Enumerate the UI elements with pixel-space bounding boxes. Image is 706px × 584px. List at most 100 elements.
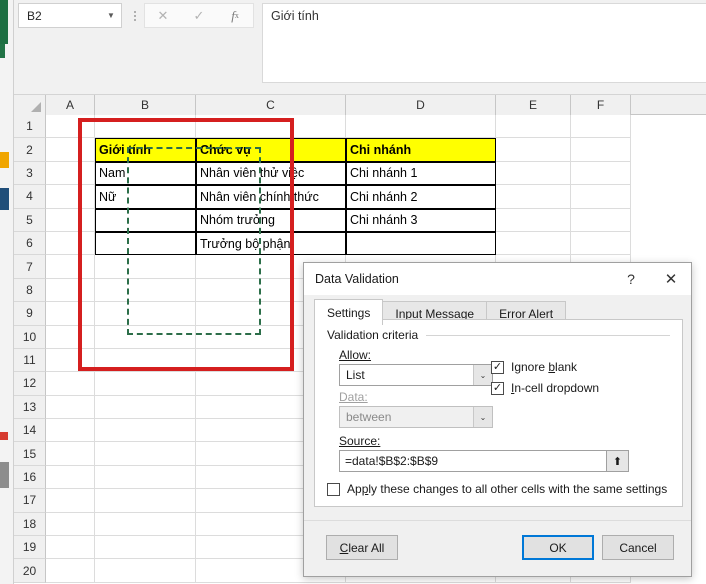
help-icon[interactable]: ?	[611, 264, 651, 294]
cell-A8[interactable]	[46, 278, 95, 303]
cell-B2[interactable]: Giới tính	[95, 138, 196, 162]
cell-A12[interactable]	[46, 372, 95, 396]
row-header-5[interactable]: 5	[14, 208, 46, 232]
row-header-13[interactable]: 13	[14, 395, 46, 420]
cell-E6[interactable]	[496, 231, 571, 256]
row-header-9[interactable]: 9	[14, 302, 46, 326]
cell-B9[interactable]	[95, 302, 196, 326]
cell-A17[interactable]	[46, 489, 95, 513]
cell-D3[interactable]: Chi nhánh 1	[346, 161, 496, 186]
cell-E1[interactable]	[496, 115, 571, 139]
insert-function-icon[interactable]: fx	[217, 4, 253, 27]
cell-D2[interactable]: Chi nhánh	[346, 138, 496, 162]
close-icon[interactable]: ✕	[651, 264, 691, 294]
cell-A13[interactable]	[46, 395, 95, 420]
cell-B6[interactable]	[95, 231, 196, 256]
row-header-16[interactable]: 16	[14, 465, 46, 490]
cell-B15[interactable]	[95, 442, 196, 466]
more-options-icon[interactable]	[130, 7, 140, 25]
cell-A16[interactable]	[46, 465, 95, 490]
tab-settings[interactable]: Settings	[314, 299, 384, 325]
apply-all-row[interactable]: Apply these changes to all other cells w…	[327, 482, 667, 496]
cell-C5[interactable]: Nhóm trưởng	[196, 208, 346, 232]
ignore-blank-checkbox[interactable]: ✓	[491, 360, 504, 374]
cell-F3[interactable]	[571, 161, 631, 186]
column-header-b[interactable]: B	[95, 95, 196, 115]
chevron-down-icon[interactable]: ▼	[101, 11, 121, 20]
cell-C1[interactable]	[196, 115, 346, 139]
row-header-4[interactable]: 4	[14, 185, 46, 209]
cell-E2[interactable]	[496, 138, 571, 162]
cell-C3[interactable]: Nhân viên thử việc	[196, 161, 346, 186]
cell-B17[interactable]	[95, 489, 196, 513]
in-cell-dropdown-checkbox[interactable]: ✓	[491, 381, 504, 395]
cancel-button[interactable]: Cancel	[602, 535, 674, 560]
allow-select[interactable]: List ⌄	[339, 364, 493, 386]
row-header-1[interactable]: 1	[14, 115, 46, 139]
cell-C4[interactable]: Nhân viên chính thức	[196, 185, 346, 209]
cell-D5[interactable]: Chi nhánh 3	[346, 208, 496, 232]
cell-C2[interactable]: Chức vụ	[196, 138, 346, 162]
cell-C6[interactable]: Trưởng bộ phận	[196, 231, 346, 256]
cell-F6[interactable]	[571, 231, 631, 256]
row-header-17[interactable]: 17	[14, 489, 46, 513]
row-header-8[interactable]: 8	[14, 278, 46, 303]
cell-A7[interactable]	[46, 255, 95, 279]
cell-B3[interactable]: Nam	[95, 161, 196, 186]
name-box[interactable]: B2 ▼	[18, 3, 122, 28]
confirm-entry-icon[interactable]: ✓	[181, 4, 217, 27]
formula-input[interactable]: Giới tính	[262, 3, 706, 83]
column-header-f[interactable]: F	[571, 95, 631, 115]
row-header-10[interactable]: 10	[14, 325, 46, 349]
cell-B20[interactable]	[95, 559, 196, 583]
row-header-3[interactable]: 3	[14, 161, 46, 186]
in-cell-dropdown-row[interactable]: ✓ In-cell dropdown	[491, 381, 599, 395]
cell-A6[interactable]	[46, 231, 95, 256]
cell-A15[interactable]	[46, 442, 95, 466]
cell-A1[interactable]	[46, 115, 95, 139]
row-header-18[interactable]: 18	[14, 512, 46, 537]
ignore-blank-row[interactable]: ✓ Ignore blank	[491, 360, 599, 374]
column-header-c[interactable]: C	[196, 95, 346, 115]
cell-B19[interactable]	[95, 536, 196, 560]
cell-A11[interactable]	[46, 348, 95, 373]
column-header-a[interactable]: A	[46, 95, 95, 115]
row-header-19[interactable]: 19	[14, 536, 46, 560]
cell-A14[interactable]	[46, 419, 95, 443]
cell-B16[interactable]	[95, 465, 196, 490]
chevron-down-icon[interactable]: ⌄	[473, 407, 492, 427]
row-header-12[interactable]: 12	[14, 372, 46, 396]
cell-E5[interactable]	[496, 208, 571, 232]
cell-A5[interactable]	[46, 208, 95, 232]
row-header-15[interactable]: 15	[14, 442, 46, 466]
chevron-down-icon[interactable]: ⌄	[473, 365, 492, 385]
row-header-11[interactable]: 11	[14, 348, 46, 373]
cell-B11[interactable]	[95, 348, 196, 373]
source-input[interactable]: =data!$B$2:$B$9	[339, 450, 607, 472]
row-header-2[interactable]: 2	[14, 138, 46, 162]
apply-all-checkbox[interactable]	[327, 482, 340, 496]
row-header-20[interactable]: 20	[14, 559, 46, 583]
cell-F4[interactable]	[571, 185, 631, 209]
cell-A3[interactable]	[46, 161, 95, 186]
cell-B5[interactable]	[95, 208, 196, 232]
cell-F1[interactable]	[571, 115, 631, 139]
cell-B4[interactable]: Nữ	[95, 185, 196, 209]
cell-E3[interactable]	[496, 161, 571, 186]
cell-A10[interactable]	[46, 325, 95, 349]
row-header-14[interactable]: 14	[14, 419, 46, 443]
cell-B10[interactable]	[95, 325, 196, 349]
cell-D4[interactable]: Chi nhánh 2	[346, 185, 496, 209]
cell-B1[interactable]	[95, 115, 196, 139]
cell-D1[interactable]	[346, 115, 496, 139]
cell-B7[interactable]	[95, 255, 196, 279]
cell-A9[interactable]	[46, 302, 95, 326]
select-all-corner[interactable]	[14, 95, 46, 115]
cell-A2[interactable]	[46, 138, 95, 162]
cell-B13[interactable]	[95, 395, 196, 420]
cell-B18[interactable]	[95, 512, 196, 537]
cell-D6[interactable]	[346, 231, 496, 256]
column-header-e[interactable]: E	[496, 95, 571, 115]
data-select[interactable]: between ⌄	[339, 406, 493, 428]
cell-B14[interactable]	[95, 419, 196, 443]
